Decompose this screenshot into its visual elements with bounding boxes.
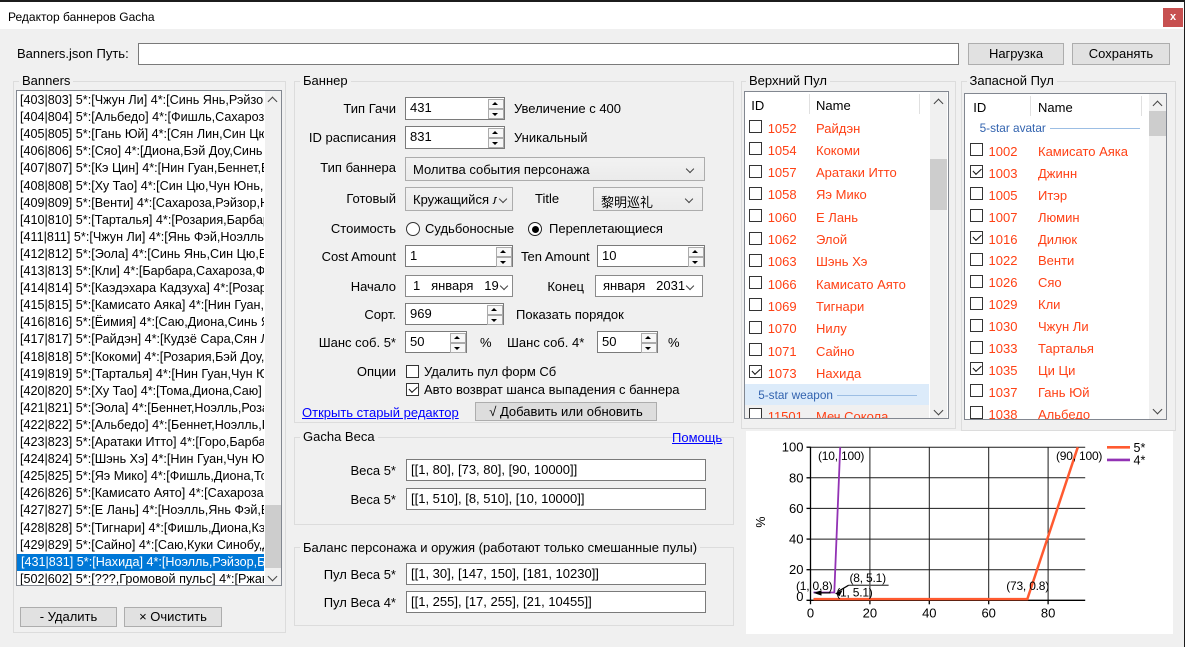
svg-text:60: 60 <box>981 606 995 621</box>
svg-text:(1, 0.8): (1, 0.8) <box>796 579 833 593</box>
svg-text:100: 100 <box>782 440 804 455</box>
svg-text:(1, 5.1): (1, 5.1) <box>836 586 873 600</box>
svg-text:40: 40 <box>789 532 803 547</box>
svg-text:0: 0 <box>807 606 814 621</box>
svg-text:60: 60 <box>789 501 803 516</box>
svg-text:(10, 100): (10, 100) <box>818 449 864 463</box>
svg-text:20: 20 <box>789 562 803 577</box>
svg-text:(73, 0.8): (73, 0.8) <box>1006 579 1049 593</box>
svg-text:(8, 5.1): (8, 5.1) <box>850 571 887 585</box>
svg-text:80: 80 <box>789 470 803 485</box>
svg-text:(90, 100): (90, 100) <box>1056 449 1102 463</box>
svg-text:40: 40 <box>922 606 936 621</box>
svg-text:4*: 4* <box>1134 453 1146 467</box>
svg-text:80: 80 <box>1041 606 1055 621</box>
svg-text:%: % <box>754 516 768 527</box>
svg-text:20: 20 <box>863 606 877 621</box>
